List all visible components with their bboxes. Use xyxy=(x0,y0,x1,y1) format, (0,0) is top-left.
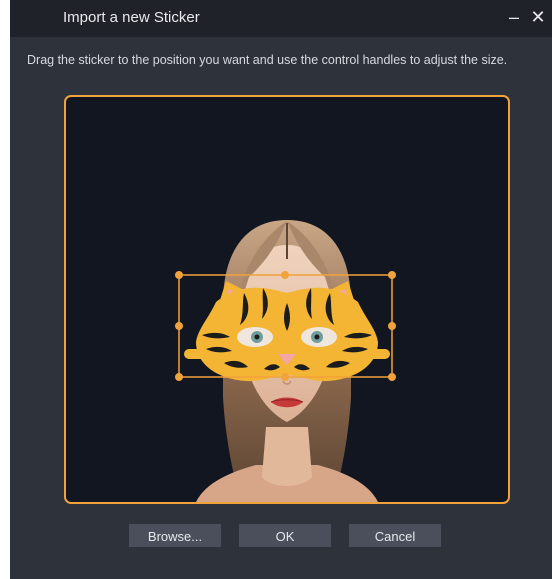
resize-handle-top-left xyxy=(175,271,183,279)
minimize-button[interactable]: – xyxy=(504,7,524,27)
resize-handle-bottom-right xyxy=(388,373,396,381)
title-bar[interactable]: Import a new Sticker – ✕ xyxy=(10,0,552,37)
resize-handle-top-right xyxy=(388,271,396,279)
sticker-preview-canvas[interactable] xyxy=(64,95,510,504)
resize-handle-top xyxy=(281,271,289,279)
resize-handle-bottom-left xyxy=(175,373,183,381)
import-sticker-dialog: Import a new Sticker – ✕ Drag the sticke… xyxy=(10,0,552,579)
close-button[interactable]: ✕ xyxy=(528,7,548,27)
tiger-mask-sticker[interactable] xyxy=(184,281,390,382)
resize-handle-right xyxy=(388,322,396,330)
cancel-button[interactable]: Cancel xyxy=(349,524,441,547)
dialog-title: Import a new Sticker xyxy=(63,9,200,26)
browse-button[interactable]: Browse... xyxy=(129,524,221,547)
instruction-text: Drag the sticker to the position you wan… xyxy=(27,53,508,67)
resize-handle-bottom xyxy=(281,373,289,381)
resize-handle-left xyxy=(175,322,183,330)
ok-button[interactable]: OK xyxy=(239,524,331,547)
